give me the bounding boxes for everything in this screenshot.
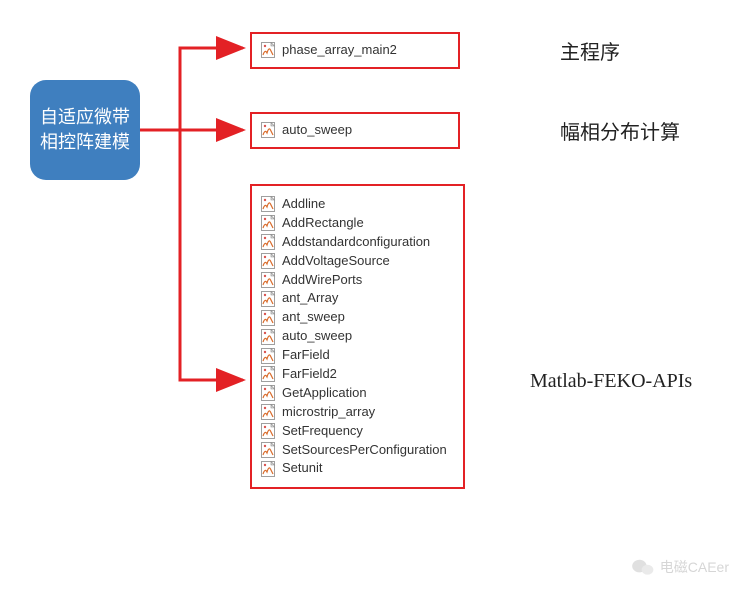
matlab-file-icon (260, 404, 276, 420)
matlab-file-icon (260, 423, 276, 439)
watermark-text: 电磁CAEer (660, 557, 729, 577)
box3-item-label: ant_sweep (282, 309, 345, 326)
box3-item: AddWirePorts (260, 272, 455, 289)
box3-item: SetFrequency (260, 423, 455, 440)
box3-item-label: Setunit (282, 460, 322, 477)
matlab-file-icon (260, 272, 276, 288)
matlab-file-icon (260, 253, 276, 269)
matlab-file-icon (260, 461, 276, 477)
box3-item-label: AddVoltageSource (282, 253, 390, 270)
box3-item: FarField (260, 347, 455, 364)
matlab-file-icon (260, 348, 276, 364)
box3-item-label: ant_Array (282, 290, 338, 307)
root-node: 自适应微带相控阵建模 (30, 80, 140, 180)
root-node-title: 自适应微带相控阵建模 (40, 105, 130, 155)
box3-item-label: Addline (282, 196, 325, 213)
box3-item: microstrip_array (260, 404, 455, 421)
box3-item: Addline (260, 196, 455, 213)
box3-item-label: Addstandardconfiguration (282, 234, 430, 251)
box3-item-label: SetFrequency (282, 423, 363, 440)
box-main-program: phase_array_main2 (250, 32, 460, 69)
box2-item-label: auto_sweep (282, 122, 352, 139)
box1-item-label: phase_array_main2 (282, 42, 397, 59)
box3-item: ant_sweep (260, 309, 455, 326)
box3-item: GetApplication (260, 385, 455, 402)
label-main-program: 主程序 (560, 36, 620, 65)
box3-item: ant_Array (260, 290, 455, 307)
matlab-file-icon (260, 442, 276, 458)
box3-item: Setunit (260, 460, 455, 477)
matlab-file-icon (260, 234, 276, 250)
matlab-file-icon (260, 366, 276, 382)
box3-item: FarField2 (260, 366, 455, 383)
label-amplitude-phase: 幅相分布计算 (560, 116, 680, 145)
box3-item-label: FarField (282, 347, 330, 364)
box3-item: auto_sweep (260, 328, 455, 345)
matlab-file-icon (260, 310, 276, 326)
matlab-file-icon (260, 122, 276, 138)
box2-item: auto_sweep (260, 122, 450, 139)
matlab-file-icon (260, 385, 276, 401)
box3-item: AddRectangle (260, 215, 455, 232)
box3-item-label: AddWirePorts (282, 272, 362, 289)
matlab-file-icon (260, 215, 276, 231)
matlab-file-icon (260, 196, 276, 212)
matlab-file-icon (260, 291, 276, 307)
box3-item: AddVoltageSource (260, 253, 455, 270)
matlab-file-icon (260, 329, 276, 345)
box3-item-label: FarField2 (282, 366, 337, 383)
box3-item-label: SetSourcesPerConfiguration (282, 442, 447, 459)
box1-item: phase_array_main2 (260, 42, 450, 59)
box3-item-label: AddRectangle (282, 215, 364, 232)
box3-item-label: microstrip_array (282, 404, 375, 421)
box3-item-label: GetApplication (282, 385, 367, 402)
box3-item-label: auto_sweep (282, 328, 352, 345)
matlab-file-icon (260, 42, 276, 58)
watermark: 电磁CAEer (632, 557, 729, 577)
wechat-icon (632, 558, 654, 576)
box3-item: SetSourcesPerConfiguration (260, 442, 455, 459)
box-auto-sweep: auto_sweep (250, 112, 460, 149)
box-api-list: Addline AddRectangle Addstandardconfigur… (250, 184, 465, 489)
label-matlab-feko-apis: Matlab-FEKO-APIs (530, 370, 692, 393)
box3-item: Addstandardconfiguration (260, 234, 455, 251)
